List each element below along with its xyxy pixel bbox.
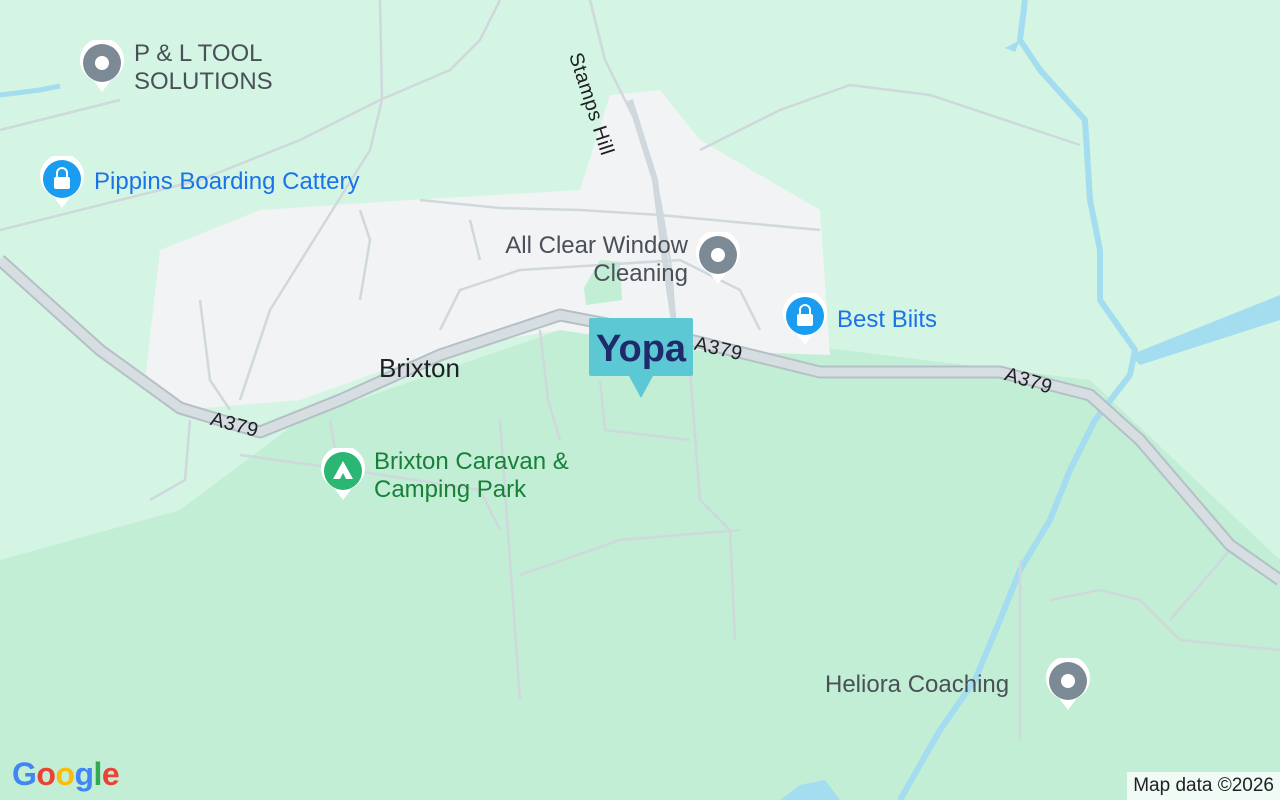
map-attribution[interactable]: Map data ©2026 (1127, 772, 1280, 800)
brand-marker[interactable]: Yopa (589, 318, 693, 398)
place-label[interactable]: Best Biits (837, 306, 937, 334)
shopping-bag-pin-icon[interactable] (782, 293, 828, 347)
google-logo[interactable]: Google (12, 756, 120, 793)
place-label[interactable]: All Clear Window Cleaning (470, 232, 688, 288)
circle-pin-icon[interactable] (79, 40, 125, 94)
circle-pin-icon[interactable] (1045, 658, 1091, 712)
shopping-bag-pin-icon[interactable] (39, 156, 85, 210)
tent-pin-icon[interactable] (320, 448, 366, 502)
brand-marker-icon: Yopa (589, 318, 693, 398)
circle-pin-icon[interactable] (695, 232, 741, 286)
place-label[interactable]: Pippins Boarding Cattery (94, 168, 359, 196)
place-label[interactable]: Heliora Coaching (825, 671, 1009, 699)
map-canvas[interactable]: A379 A379 A379 Stamps Hill Brixton P & L… (0, 0, 1280, 800)
town-label: Brixton (379, 353, 460, 383)
place-label[interactable]: Brixton Caravan & Camping Park (374, 448, 584, 504)
place-label[interactable]: P & L TOOL SOLUTIONS (134, 40, 294, 96)
place-name: P & L TOOL SOLUTIONS (134, 40, 273, 95)
place-name: Brixton Caravan & Camping Park (374, 448, 569, 503)
place-name: All Clear Window Cleaning (505, 232, 688, 287)
brand-marker-text: Yopa (596, 328, 687, 370)
